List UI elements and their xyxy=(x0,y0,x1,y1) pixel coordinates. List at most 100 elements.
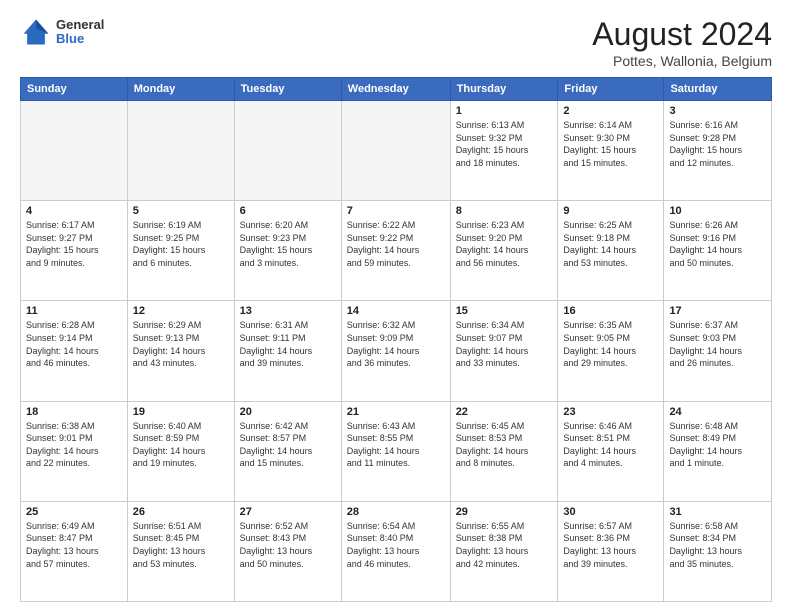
calendar-cell: 30 Sunrise: 6:57 AM Sunset: 8:36 PM Dayli… xyxy=(558,501,664,601)
weekday-header-friday: Friday xyxy=(558,78,664,101)
weekday-header-monday: Monday xyxy=(127,78,234,101)
day-info: Sunrise: 6:25 AM Sunset: 9:18 PM Dayligh… xyxy=(563,219,658,269)
day-info: Sunrise: 6:54 AM Sunset: 8:40 PM Dayligh… xyxy=(347,520,445,570)
day-info: Sunrise: 6:13 AM Sunset: 9:32 PM Dayligh… xyxy=(456,119,553,169)
week-row-4: 18 Sunrise: 6:38 AM Sunset: 9:01 PM Dayli… xyxy=(21,401,772,501)
logo-text: General Blue xyxy=(56,18,104,47)
day-number: 16 xyxy=(563,305,658,317)
day-number: 31 xyxy=(669,506,766,518)
day-info: Sunrise: 6:34 AM Sunset: 9:07 PM Dayligh… xyxy=(456,319,553,369)
day-number: 10 xyxy=(669,205,766,217)
day-info: Sunrise: 6:46 AM Sunset: 8:51 PM Dayligh… xyxy=(563,420,658,470)
day-number: 28 xyxy=(347,506,445,518)
calendar-cell: 2 Sunrise: 6:14 AM Sunset: 9:30 PM Daylig… xyxy=(558,101,664,201)
weekday-header-row: SundayMondayTuesdayWednesdayThursdayFrid… xyxy=(21,78,772,101)
title-block: August 2024 Pottes, Wallonia, Belgium xyxy=(592,16,772,69)
logo-icon xyxy=(20,16,52,48)
calendar-cell: 11 Sunrise: 6:28 AM Sunset: 9:14 PM Dayli… xyxy=(21,301,128,401)
calendar-cell: 5Sunrise: 6:19 AM Sunset: 9:25 PM Daylig… xyxy=(127,201,234,301)
day-info: Sunrise: 6:58 AM Sunset: 8:34 PM Dayligh… xyxy=(669,520,766,570)
day-number: 24 xyxy=(669,406,766,418)
day-number: 8 xyxy=(456,205,553,217)
day-info: Sunrise: 6:14 AM Sunset: 9:30 PM Dayligh… xyxy=(563,119,658,169)
day-info: Sunrise: 6:45 AM Sunset: 8:53 PM Dayligh… xyxy=(456,420,553,470)
weekday-header-saturday: Saturday xyxy=(664,78,772,101)
day-number: 29 xyxy=(456,506,553,518)
calendar-cell: 18 Sunrise: 6:38 AM Sunset: 9:01 PM Dayli… xyxy=(21,401,128,501)
calendar-cell: 21Sunrise: 6:43 AM Sunset: 8:55 PM Dayli… xyxy=(341,401,450,501)
calendar-cell: 3 Sunrise: 6:16 AM Sunset: 9:28 PM Daylig… xyxy=(664,101,772,201)
day-number: 4 xyxy=(26,205,122,217)
day-number: 11 xyxy=(26,305,122,317)
location: Pottes, Wallonia, Belgium xyxy=(592,53,772,69)
day-number: 18 xyxy=(26,406,122,418)
calendar-cell: 31 Sunrise: 6:58 AM Sunset: 8:34 PM Dayli… xyxy=(664,501,772,601)
calendar-cell: 4 Sunrise: 6:17 AM Sunset: 9:27 PM Daylig… xyxy=(21,201,128,301)
day-info: Sunrise: 6:38 AM Sunset: 9:01 PM Dayligh… xyxy=(26,420,122,470)
calendar-cell: 7 Sunrise: 6:22 AM Sunset: 9:22 PM Daylig… xyxy=(341,201,450,301)
calendar-cell xyxy=(341,101,450,201)
calendar-cell: 6 Sunrise: 6:20 AM Sunset: 9:23 PM Daylig… xyxy=(234,201,341,301)
calendar-cell: 25Sunrise: 6:49 AM Sunset: 8:47 PM Dayli… xyxy=(21,501,128,601)
day-info: Sunrise: 6:16 AM Sunset: 9:28 PM Dayligh… xyxy=(669,119,766,169)
day-info: Sunrise: 6:57 AM Sunset: 8:36 PM Dayligh… xyxy=(563,520,658,570)
calendar-cell: 28 Sunrise: 6:54 AM Sunset: 8:40 PM Dayli… xyxy=(341,501,450,601)
day-info: Sunrise: 6:48 AM Sunset: 8:49 PM Dayligh… xyxy=(669,420,766,470)
day-number: 2 xyxy=(563,105,658,117)
calendar-cell: 12Sunrise: 6:29 AM Sunset: 9:13 PM Dayli… xyxy=(127,301,234,401)
day-info: Sunrise: 6:17 AM Sunset: 9:27 PM Dayligh… xyxy=(26,219,122,269)
day-info: Sunrise: 6:37 AM Sunset: 9:03 PM Dayligh… xyxy=(669,319,766,369)
day-info: Sunrise: 6:23 AM Sunset: 9:20 PM Dayligh… xyxy=(456,219,553,269)
day-number: 3 xyxy=(669,105,766,117)
day-info: Sunrise: 6:28 AM Sunset: 9:14 PM Dayligh… xyxy=(26,319,122,369)
day-number: 6 xyxy=(240,205,336,217)
day-number: 14 xyxy=(347,305,445,317)
calendar-cell: 17 Sunrise: 6:37 AM Sunset: 9:03 PM Dayli… xyxy=(664,301,772,401)
calendar-header: SundayMondayTuesdayWednesdayThursdayFrid… xyxy=(21,78,772,101)
weekday-header-thursday: Thursday xyxy=(450,78,558,101)
day-info: Sunrise: 6:55 AM Sunset: 8:38 PM Dayligh… xyxy=(456,520,553,570)
weekday-header-sunday: Sunday xyxy=(21,78,128,101)
calendar-cell: 13 Sunrise: 6:31 AM Sunset: 9:11 PM Dayli… xyxy=(234,301,341,401)
calendar-cell: 29 Sunrise: 6:55 AM Sunset: 8:38 PM Dayli… xyxy=(450,501,558,601)
day-info: Sunrise: 6:31 AM Sunset: 9:11 PM Dayligh… xyxy=(240,319,336,369)
week-row-5: 25Sunrise: 6:49 AM Sunset: 8:47 PM Dayli… xyxy=(21,501,772,601)
week-row-1: 1 Sunrise: 6:13 AM Sunset: 9:32 PM Daylig… xyxy=(21,101,772,201)
day-number: 13 xyxy=(240,305,336,317)
day-info: Sunrise: 6:29 AM Sunset: 9:13 PM Dayligh… xyxy=(133,319,229,369)
calendar-body: 1 Sunrise: 6:13 AM Sunset: 9:32 PM Daylig… xyxy=(21,101,772,602)
header: General Blue August 2024 Pottes, Walloni… xyxy=(20,16,772,69)
logo: General Blue xyxy=(20,16,104,48)
day-number: 1 xyxy=(456,105,553,117)
weekday-header-wednesday: Wednesday xyxy=(341,78,450,101)
day-info: Sunrise: 6:43 AM Sunset: 8:55 PM Dayligh… xyxy=(347,420,445,470)
day-info: Sunrise: 6:26 AM Sunset: 9:16 PM Dayligh… xyxy=(669,219,766,269)
day-number: 17 xyxy=(669,305,766,317)
day-number: 15 xyxy=(456,305,553,317)
week-row-2: 4 Sunrise: 6:17 AM Sunset: 9:27 PM Daylig… xyxy=(21,201,772,301)
calendar-cell: 10 Sunrise: 6:26 AM Sunset: 9:16 PM Dayli… xyxy=(664,201,772,301)
calendar-cell: 19Sunrise: 6:40 AM Sunset: 8:59 PM Dayli… xyxy=(127,401,234,501)
logo-blue-text: Blue xyxy=(56,32,104,46)
calendar-page: General Blue August 2024 Pottes, Walloni… xyxy=(0,0,792,612)
day-number: 26 xyxy=(133,506,229,518)
day-info: Sunrise: 6:22 AM Sunset: 9:22 PM Dayligh… xyxy=(347,219,445,269)
day-number: 7 xyxy=(347,205,445,217)
calendar-table: SundayMondayTuesdayWednesdayThursdayFrid… xyxy=(20,77,772,602)
calendar-cell xyxy=(127,101,234,201)
day-number: 20 xyxy=(240,406,336,418)
week-row-3: 11 Sunrise: 6:28 AM Sunset: 9:14 PM Dayli… xyxy=(21,301,772,401)
day-number: 30 xyxy=(563,506,658,518)
day-info: Sunrise: 6:40 AM Sunset: 8:59 PM Dayligh… xyxy=(133,420,229,470)
day-info: Sunrise: 6:20 AM Sunset: 9:23 PM Dayligh… xyxy=(240,219,336,269)
day-number: 22 xyxy=(456,406,553,418)
calendar-cell: 20 Sunrise: 6:42 AM Sunset: 8:57 PM Dayli… xyxy=(234,401,341,501)
day-info: Sunrise: 6:52 AM Sunset: 8:43 PM Dayligh… xyxy=(240,520,336,570)
calendar-cell xyxy=(234,101,341,201)
weekday-header-tuesday: Tuesday xyxy=(234,78,341,101)
day-info: Sunrise: 6:51 AM Sunset: 8:45 PM Dayligh… xyxy=(133,520,229,570)
day-info: Sunrise: 6:42 AM Sunset: 8:57 PM Dayligh… xyxy=(240,420,336,470)
calendar-cell: 22 Sunrise: 6:45 AM Sunset: 8:53 PM Dayli… xyxy=(450,401,558,501)
day-number: 9 xyxy=(563,205,658,217)
day-number: 5 xyxy=(133,205,229,217)
